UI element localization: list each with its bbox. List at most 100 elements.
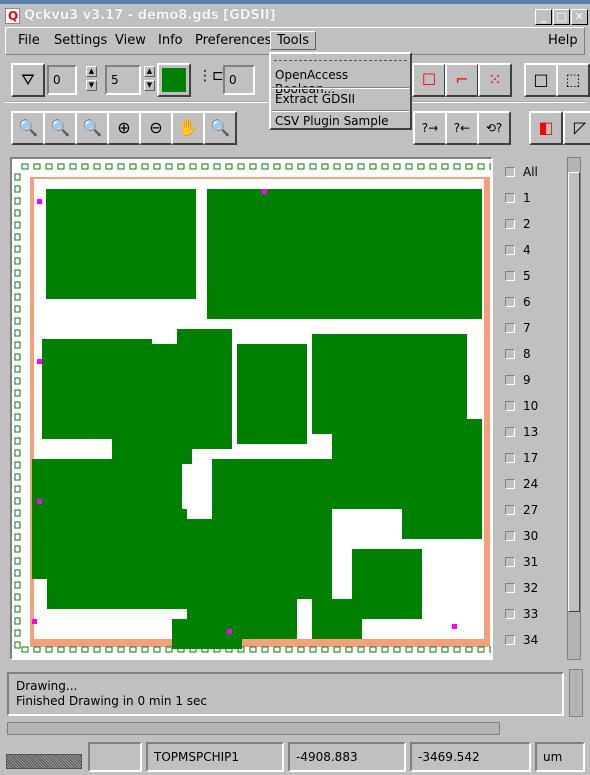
menu-item-extract-gdsii[interactable]: Extract GDSII: [275, 92, 355, 106]
layer-checkbox[interactable]: [505, 531, 515, 541]
filter-button[interactable]: ⛛: [11, 63, 45, 97]
layer-item[interactable]: 4: [505, 243, 531, 259]
layer-checkbox[interactable]: [505, 635, 515, 645]
pad: [14, 341, 21, 349]
zoom-previous-button[interactable]: 🔍: [75, 111, 109, 145]
zoom-home-button[interactable]: 🔍: [11, 111, 45, 145]
scroll-thumb[interactable]: [568, 172, 580, 612]
layer-item[interactable]: 9: [505, 373, 531, 389]
zoom-measure-button[interactable]: 🔍: [203, 111, 237, 145]
zoom-in-icon: ⊕: [117, 118, 131, 137]
layer-checkbox[interactable]: [505, 453, 515, 463]
pad: [477, 163, 485, 170]
dotted-outline-button[interactable]: ⬚: [556, 63, 590, 97]
layer-item[interactable]: 8: [505, 347, 531, 363]
pad: [14, 557, 21, 565]
layer-checkbox[interactable]: [505, 427, 515, 437]
pad: [429, 163, 437, 170]
menu-settings[interactable]: Settings: [54, 33, 107, 48]
layer-item[interactable]: 34: [505, 633, 538, 649]
zoom-button[interactable]: 🔍: [43, 111, 77, 145]
layer-item[interactable]: 27: [505, 503, 538, 519]
layer-checkbox[interactable]: [505, 375, 515, 385]
layer-checkbox[interactable]: [505, 167, 515, 177]
clear-box-button[interactable]: ☐: [412, 63, 446, 97]
spin-up[interactable]: ▲: [86, 66, 97, 77]
hierarchy-depth-field[interactable]: 0: [223, 65, 255, 95]
pad: [417, 163, 425, 170]
layer-checkbox[interactable]: [505, 583, 515, 593]
layer-checkbox[interactable]: [505, 323, 515, 333]
layer-checkbox[interactable]: [505, 193, 515, 203]
message-hscrollbar[interactable]: [7, 722, 500, 735]
layer-item[interactable]: 10: [505, 399, 538, 415]
query-cycle-button[interactable]: ⟲?: [477, 111, 511, 145]
menu-preferences[interactable]: Preferences: [195, 33, 271, 48]
select-button[interactable]: ◸: [563, 111, 590, 145]
layer-checkbox[interactable]: [505, 245, 515, 255]
layer-item[interactable]: 1: [505, 191, 531, 207]
spin-down[interactable]: ▼: [144, 80, 155, 91]
layer-max-field[interactable]: 5: [105, 65, 141, 95]
layer-checkbox[interactable]: [505, 297, 515, 307]
menu-item-csv-plugin-sample[interactable]: CSV Plugin Sample: [275, 114, 389, 128]
minimize-button[interactable]: _: [535, 9, 552, 25]
layer-item[interactable]: 6: [505, 295, 531, 311]
close-button[interactable]: ✕: [571, 9, 588, 25]
layer-item[interactable]: 30: [505, 529, 538, 545]
layer-item[interactable]: 2: [505, 217, 531, 233]
layer-checkbox[interactable]: [505, 401, 515, 411]
layer-item[interactable]: 7: [505, 321, 531, 337]
layer-item[interactable]: 31: [505, 555, 538, 571]
tools-dropdown: OpenAccess Boolean... Extract GDSII CSV …: [269, 52, 412, 130]
tear-off-line[interactable]: [274, 60, 407, 61]
clear-grid-button[interactable]: ⁙: [478, 63, 512, 97]
layer-item[interactable]: 5: [505, 269, 531, 285]
layer-item[interactable]: 32: [505, 581, 538, 597]
layer-item[interactable]: 17: [505, 451, 538, 467]
zoom-in-button[interactable]: ⊕: [107, 111, 141, 145]
layer-checkbox[interactable]: [505, 609, 515, 619]
layout-canvas[interactable]: [10, 157, 493, 660]
spin-down[interactable]: ▼: [86, 80, 97, 91]
query-back-button[interactable]: ?←: [445, 111, 479, 145]
pad: [57, 163, 65, 170]
clear-path-button[interactable]: ⌐: [445, 63, 479, 97]
query-forward-button[interactable]: ?→: [413, 111, 447, 145]
pad: [369, 646, 377, 653]
layer-item[interactable]: 33: [505, 607, 538, 623]
pad: [249, 163, 257, 170]
pan-button[interactable]: ✋: [171, 111, 205, 145]
layer-checkbox[interactable]: [505, 349, 515, 359]
layer-item[interactable]: 13: [505, 425, 538, 441]
pad: [33, 163, 41, 170]
menu-file[interactable]: File: [18, 33, 40, 48]
menu-help[interactable]: Help: [548, 33, 578, 48]
zoom-out-button[interactable]: ⊖: [139, 111, 173, 145]
menu-tools[interactable]: Tools: [270, 31, 317, 50]
layer-min-field[interactable]: 0: [47, 65, 77, 95]
layer-scrollbar[interactable]: [567, 157, 581, 660]
layer-label: 8: [523, 347, 531, 361]
menu-view[interactable]: View: [115, 33, 146, 48]
pad: [14, 629, 21, 637]
pad: [21, 163, 29, 170]
layer-item[interactable]: 24: [505, 477, 538, 493]
spin-up[interactable]: ▲: [144, 66, 155, 77]
layer-checkbox[interactable]: [505, 557, 515, 567]
pad-marker: [37, 359, 42, 364]
layer-checkbox[interactable]: [505, 505, 515, 515]
pad: [225, 163, 233, 170]
color-button[interactable]: [157, 63, 191, 97]
pad: [453, 163, 461, 170]
pad: [14, 413, 21, 421]
outline-button[interactable]: □: [524, 63, 558, 97]
message-scrollbar[interactable]: [569, 669, 583, 717]
layer-checkbox[interactable]: [505, 479, 515, 489]
copy-button[interactable]: ◧: [529, 111, 563, 145]
layer-checkbox[interactable]: [505, 219, 515, 229]
maximize-button[interactable]: □: [553, 9, 570, 25]
layer-checkbox[interactable]: [505, 271, 515, 281]
layer-item[interactable]: All: [505, 165, 538, 181]
menu-info[interactable]: Info: [158, 33, 183, 48]
